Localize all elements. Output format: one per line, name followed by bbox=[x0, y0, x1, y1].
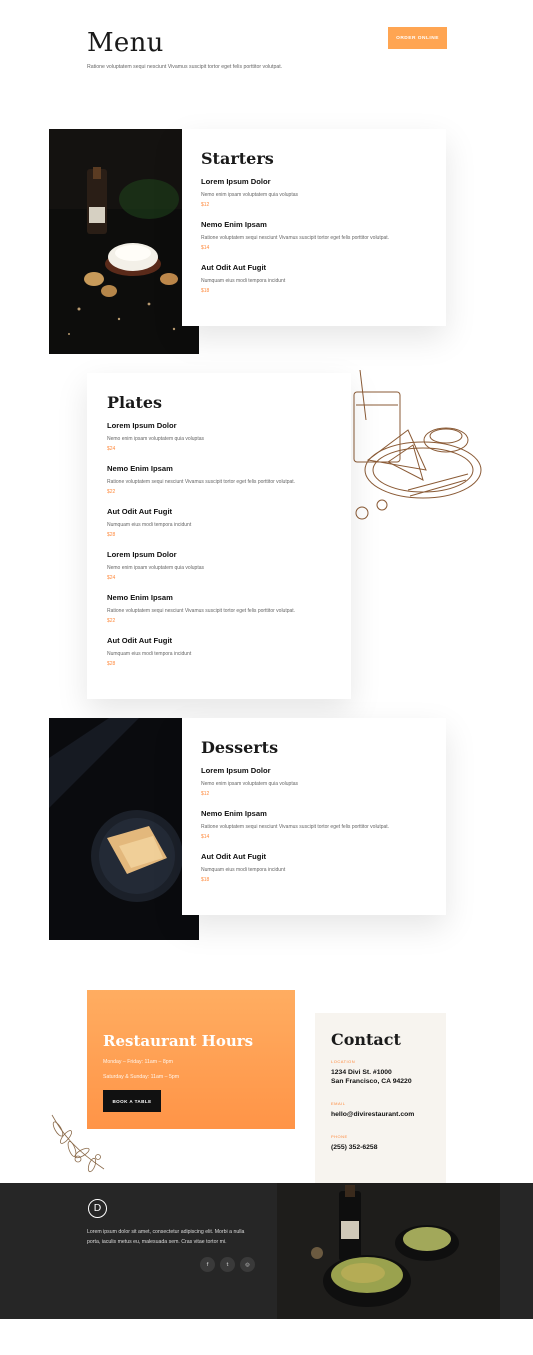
menu-item-name: Aut Odit Aut Fugit bbox=[201, 852, 267, 861]
contact-panel: Contact LOCATION 1234 Divi St. #1000 San… bbox=[315, 1013, 446, 1183]
menu-item-price: $14 bbox=[201, 834, 210, 840]
footer-food-photo bbox=[277, 1183, 500, 1319]
footer: D Lorem ipsum dolor sit amet, consectetu… bbox=[0, 1183, 533, 1319]
menu-item-name: Aut Odit Aut Fugit bbox=[201, 263, 267, 272]
menu-item-price: $22 bbox=[107, 489, 116, 495]
menu-item-name: Nemo Enim Ipsam bbox=[107, 464, 173, 473]
menu-item-price: $24 bbox=[107, 446, 116, 452]
starters-title: Starters bbox=[201, 149, 274, 168]
hours-weekday: Monday – Friday: 11am – 8pm bbox=[103, 1059, 173, 1065]
menu-item-desc: Nemo enim ipsam voluptatem quia voluptas bbox=[107, 436, 204, 442]
menu-item-price: $18 bbox=[201, 288, 210, 294]
menu-item-desc: Ratione voluptatem sequi nesciunt Vivamu… bbox=[201, 235, 390, 241]
contact-title: Contact bbox=[331, 1030, 401, 1049]
menu-item-name: Aut Odit Aut Fugit bbox=[107, 507, 173, 516]
menu-item-desc: Ratione voluptatem sequi nesciunt Vivamu… bbox=[201, 824, 390, 830]
menu-item-price: $28 bbox=[107, 532, 116, 538]
menu-item-price: $18 bbox=[201, 877, 210, 883]
menu-item-desc: Ratione voluptatem sequi nesciunt Vivamu… bbox=[107, 479, 296, 485]
menu-item-desc: Nemo enim ipsam voluptatem quia voluptas bbox=[201, 192, 298, 198]
page-subtitle: Ratione voluptatem sequi nesciunt Vivamu… bbox=[87, 64, 283, 70]
menu-item-name: Nemo Enim Ipsam bbox=[107, 593, 173, 602]
menu-item-price: $22 bbox=[107, 618, 116, 624]
starters-card: Starters Lorem Ipsum Dolor Nemo enim ips… bbox=[182, 129, 446, 326]
menu-item-name: Nemo Enim Ipsam bbox=[201, 220, 267, 229]
menu-item-name: Lorem Ipsum Dolor bbox=[107, 421, 177, 430]
menu-item-desc: Nemo enim ipsam voluptatem quia voluptas bbox=[107, 565, 204, 571]
hours-weekend: Saturday & Sunday: 11am – 5pm bbox=[103, 1074, 180, 1080]
plates-title: Plates bbox=[107, 393, 163, 412]
hours-title: Restaurant Hours bbox=[103, 1032, 254, 1050]
phone-link[interactable]: (255) 352-6258 bbox=[331, 1143, 377, 1153]
menu-item-desc: Numquam eius modi tempora incidunt bbox=[201, 867, 286, 873]
menu-item-name: Nemo Enim Ipsam bbox=[201, 809, 267, 818]
location-label: LOCATION bbox=[331, 1059, 356, 1064]
address-line-2: San Francisco, CA 94220 bbox=[331, 1078, 412, 1085]
dribbble-icon[interactable]: ◎ bbox=[240, 1257, 255, 1272]
logo[interactable]: D bbox=[88, 1199, 107, 1218]
food-sketch-illustration bbox=[348, 369, 483, 525]
starters-photo bbox=[49, 129, 199, 354]
desserts-card: Desserts Lorem Ipsum Dolor Nemo enim ips… bbox=[182, 718, 446, 915]
menu-item-desc: Ratione voluptatem sequi nesciunt Vivamu… bbox=[107, 608, 296, 614]
menu-item-price: $12 bbox=[201, 202, 210, 208]
menu-item-desc: Nemo enim ipsam voluptatem quia voluptas bbox=[201, 781, 298, 787]
twitter-icon[interactable]: t bbox=[220, 1257, 235, 1272]
menu-item-price: $28 bbox=[107, 661, 116, 667]
page-title: Menu bbox=[87, 28, 164, 58]
menu-item-price: $24 bbox=[107, 575, 116, 581]
menu-item-price: $14 bbox=[201, 245, 210, 251]
menu-item-name: Lorem Ipsum Dolor bbox=[107, 550, 177, 559]
menu-item-price: $12 bbox=[201, 791, 210, 797]
menu-item-name: Lorem Ipsum Dolor bbox=[201, 766, 271, 775]
email-link[interactable]: hello@divirestaurant.com bbox=[331, 1110, 414, 1120]
facebook-icon[interactable]: f bbox=[200, 1257, 215, 1272]
restaurant-hours-panel: Restaurant Hours Monday – Friday: 11am –… bbox=[87, 990, 295, 1129]
plates-card: Plates Lorem Ipsum Dolor Nemo enim ipsam… bbox=[87, 373, 351, 699]
desserts-title: Desserts bbox=[201, 738, 279, 757]
menu-item-name: Lorem Ipsum Dolor bbox=[201, 177, 271, 186]
menu-item-desc: Numquam eius modi tempora incidunt bbox=[107, 522, 192, 528]
footer-text: Lorem ipsum dolor sit amet, consectetur … bbox=[87, 1229, 245, 1245]
olive-branch-illustration bbox=[48, 1113, 108, 1175]
email-label: EMAIL bbox=[331, 1101, 346, 1106]
menu-item-name: Aut Odit Aut Fugit bbox=[107, 636, 173, 645]
menu-item-desc: Numquam eius modi tempora incidunt bbox=[201, 278, 286, 284]
desserts-photo bbox=[49, 718, 199, 940]
book-table-button[interactable]: BOOK A TABLE bbox=[103, 1090, 161, 1112]
order-online-button[interactable]: ORDER ONLINE bbox=[388, 27, 447, 49]
phone-label: PHONE bbox=[331, 1134, 348, 1139]
menu-item-desc: Numquam eius modi tempora incidunt bbox=[107, 651, 192, 657]
